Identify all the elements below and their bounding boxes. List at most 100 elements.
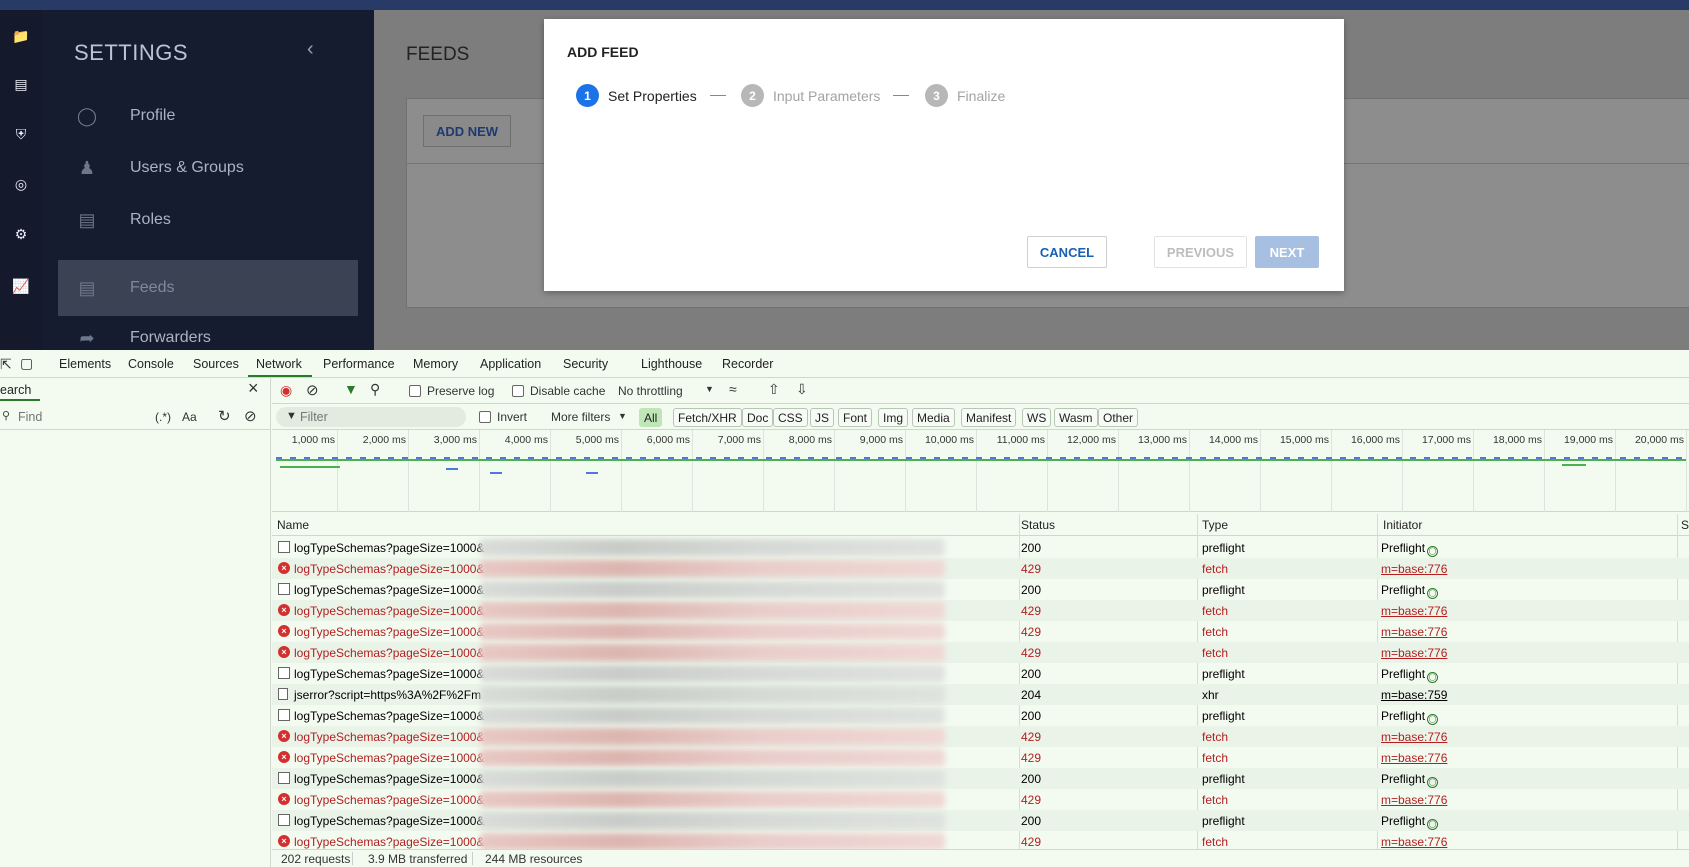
sidebar-item-forwarders[interactable]: ➦ Forwarders	[58, 310, 358, 350]
request-name[interactable]: logTypeSchemas?pageSize=1000&	[294, 730, 484, 744]
tab-network[interactable]: Network	[256, 357, 302, 371]
table-row[interactable]: × logTypeSchemas?pageSize=1000& 429 fetch m=…	[272, 600, 1689, 621]
request-name[interactable]: logTypeSchemas?pageSize=1000&	[294, 709, 484, 723]
device-toggle-icon[interactable]: ▢	[20, 355, 33, 372]
filter-input[interactable]	[276, 407, 466, 427]
regex-toggle[interactable]: (.*)	[155, 410, 171, 424]
request-initiator[interactable]: m=base:776	[1381, 562, 1447, 576]
chevron-down-icon[interactable]: ▼	[618, 411, 627, 421]
folder-icon[interactable]: 📁	[0, 22, 42, 50]
search-icon[interactable]: ⚲	[370, 381, 380, 398]
table-row[interactable]: × logTypeSchemas?pageSize=1000& 429 fetch m=…	[272, 726, 1689, 747]
sidebar-item-roles[interactable]: ▤ Roles	[58, 192, 358, 248]
more-filters-dropdown[interactable]: More filters	[551, 410, 610, 424]
chart-icon[interactable]: 📈	[0, 272, 42, 300]
request-initiator[interactable]: m=base:776	[1381, 646, 1447, 660]
network-overview-timeline[interactable]: 1,000 ms 2,000 ms 3,000 ms 4,000 ms 5,000 ms…	[272, 430, 1689, 512]
request-name[interactable]: jserror?script=https%3A%2F%2Fm	[294, 688, 481, 702]
table-row[interactable]: logTypeSchemas?pageSize=1000& 200 prefligh…	[272, 810, 1689, 831]
type-filter-other[interactable]: Other	[1098, 408, 1139, 427]
download-icon[interactable]: ⇩	[796, 381, 808, 398]
type-filter-fetch-xhr[interactable]: Fetch/XHR	[673, 408, 742, 427]
request-name[interactable]: logTypeSchemas?pageSize=1000&	[294, 646, 484, 660]
add-new-button[interactable]: ADD NEW	[423, 115, 511, 147]
inspect-icon[interactable]: ⇱	[0, 356, 12, 373]
previous-button[interactable]: PREVIOUS	[1154, 236, 1247, 268]
table-row[interactable]: × logTypeSchemas?pageSize=1000& 429 fetch m=…	[272, 621, 1689, 642]
request-name[interactable]: logTypeSchemas?pageSize=1000&	[294, 793, 484, 807]
request-name[interactable]: logTypeSchemas?pageSize=1000&	[294, 835, 484, 849]
next-button[interactable]: NEXT	[1255, 236, 1319, 268]
tab-lighthouse[interactable]: Lighthouse	[641, 357, 702, 371]
clear-log-icon[interactable]: ⊘	[306, 381, 319, 399]
tab-recorder[interactable]: Recorder	[722, 357, 773, 371]
type-filter-css[interactable]: CSS	[773, 408, 808, 427]
chevron-down-icon[interactable]: ▼	[705, 384, 714, 394]
request-name[interactable]: logTypeSchemas?pageSize=1000&	[294, 604, 484, 618]
request-initiator[interactable]: m=base:776	[1381, 835, 1447, 849]
table-row[interactable]: logTypeSchemas?pageSize=1000& 200 prefligh…	[272, 537, 1689, 558]
table-row[interactable]: jserror?script=https%3A%2F%2Fm 204 xhr m=ba…	[272, 684, 1689, 705]
table-row[interactable]: × logTypeSchemas?pageSize=1000& 429 fetch m=…	[272, 831, 1689, 849]
column-header-type[interactable]: Type	[1202, 518, 1228, 532]
refresh-icon[interactable]: ↻	[218, 407, 231, 425]
type-filter-media[interactable]: Media	[912, 408, 955, 427]
disable-cache-checkbox[interactable]	[512, 385, 524, 397]
request-name[interactable]: logTypeSchemas?pageSize=1000&	[294, 583, 484, 597]
type-filter-wasm[interactable]: Wasm	[1054, 408, 1098, 427]
tab-console[interactable]: Console	[128, 357, 174, 371]
request-name[interactable]: logTypeSchemas?pageSize=1000&	[294, 814, 484, 828]
tab-performance[interactable]: Performance	[323, 357, 395, 371]
type-filter-js[interactable]: JS	[810, 408, 835, 427]
column-header-status[interactable]: Status	[1021, 518, 1055, 532]
request-initiator[interactable]: m=base:776	[1381, 625, 1447, 639]
filter-icon[interactable]: ▼	[344, 381, 358, 397]
cancel-button[interactable]: CANCEL	[1027, 236, 1107, 268]
tab-memory[interactable]: Memory	[413, 357, 458, 371]
radar-icon[interactable]: ◎	[0, 170, 42, 198]
type-filter-font[interactable]: Font	[838, 408, 873, 427]
sidebar-item-profile[interactable]: ◯ Profile	[58, 88, 358, 144]
request-name[interactable]: logTypeSchemas?pageSize=1000&	[294, 751, 484, 765]
request-initiator[interactable]: m=base:776	[1381, 751, 1447, 765]
type-filter-doc[interactable]: Doc	[742, 408, 774, 427]
request-name[interactable]: logTypeSchemas?pageSize=1000&	[294, 562, 484, 576]
column-header-name[interactable]: Name	[277, 518, 309, 532]
request-initiator[interactable]: m=base:776	[1381, 604, 1447, 618]
request-initiator[interactable]: m=base:776	[1381, 730, 1447, 744]
request-initiator[interactable]: m=base:776	[1381, 793, 1447, 807]
type-filter-manifest[interactable]: Manifest	[961, 408, 1017, 427]
close-icon[interactable]: ×	[248, 378, 259, 399]
upload-icon[interactable]: ⇧	[768, 381, 780, 398]
request-name[interactable]: logTypeSchemas?pageSize=1000&	[294, 541, 484, 555]
sidebar-item-users-groups[interactable]: ♟ Users & Groups	[58, 140, 358, 196]
clear-icon[interactable]: ⊘	[244, 407, 257, 425]
contact-card-icon[interactable]: ▤	[0, 70, 42, 98]
match-case-toggle[interactable]: Aa	[182, 410, 197, 424]
column-header-initiator[interactable]: Initiator	[1383, 518, 1422, 532]
gear-icon[interactable]: ⚙	[0, 220, 42, 248]
table-row[interactable]: logTypeSchemas?pageSize=1000& 200 prefligh…	[272, 663, 1689, 684]
type-filter-ws[interactable]: WS	[1022, 408, 1052, 427]
preserve-log-checkbox[interactable]	[409, 385, 421, 397]
table-row[interactable]: × logTypeSchemas?pageSize=1000& 429 fetch m=…	[272, 558, 1689, 579]
table-row[interactable]: logTypeSchemas?pageSize=1000& 200 prefligh…	[272, 705, 1689, 726]
request-name[interactable]: logTypeSchemas?pageSize=1000&	[294, 667, 484, 681]
shield-icon[interactable]: ⛨	[0, 120, 42, 148]
network-conditions-icon[interactable]: ≈	[729, 381, 737, 397]
sidebar-item-feeds[interactable]: ▤ Feeds	[58, 260, 358, 316]
table-row[interactable]: × logTypeSchemas?pageSize=1000& 429 fetch m=…	[272, 747, 1689, 768]
table-row[interactable]: × logTypeSchemas?pageSize=1000& 429 fetch m=…	[272, 642, 1689, 663]
request-name[interactable]: logTypeSchemas?pageSize=1000&	[294, 772, 484, 786]
table-row[interactable]: logTypeSchemas?pageSize=1000& 200 prefligh…	[272, 768, 1689, 789]
collapse-chevron-icon[interactable]: ‹	[307, 38, 314, 61]
table-row[interactable]: × logTypeSchemas?pageSize=1000& 429 fetch m=…	[272, 789, 1689, 810]
request-name[interactable]: logTypeSchemas?pageSize=1000&	[294, 625, 484, 639]
invert-checkbox[interactable]	[479, 411, 491, 423]
type-filter-all[interactable]: All	[639, 408, 663, 427]
request-initiator[interactable]: m=base:759	[1381, 688, 1447, 702]
tab-application[interactable]: Application	[480, 357, 541, 371]
column-header-size[interactable]: Si	[1681, 518, 1689, 532]
tab-sources[interactable]: Sources	[193, 357, 239, 371]
table-row[interactable]: logTypeSchemas?pageSize=1000& 200 prefligh…	[272, 579, 1689, 600]
